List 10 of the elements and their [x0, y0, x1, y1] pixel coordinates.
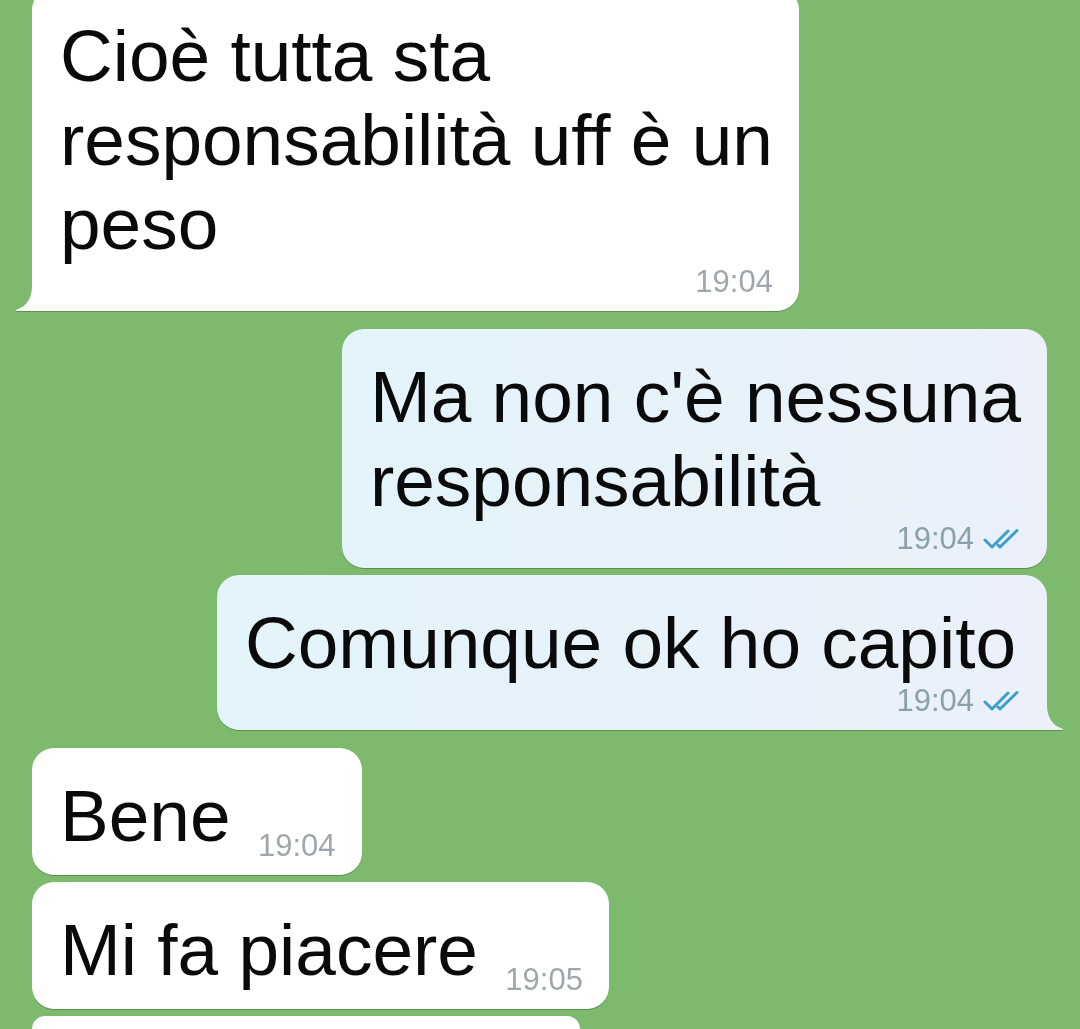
message-time: 19:04 — [695, 270, 773, 294]
message-time: 19:04 — [896, 689, 974, 713]
message-text: Comunque ok ho capito — [245, 602, 1017, 683]
message-text: Mi fa piacere — [60, 909, 478, 990]
message-time: 19:04 — [257, 834, 336, 858]
message-text: Ma non c'è nessuna responsabilità — [369, 356, 1021, 521]
message-time: 19:04 — [896, 527, 974, 551]
message-text: Cioè tutta sta responsabilità uff è un peso — [60, 15, 773, 264]
message-time: 19:05 — [505, 968, 583, 992]
message-text: Bene — [60, 775, 231, 856]
